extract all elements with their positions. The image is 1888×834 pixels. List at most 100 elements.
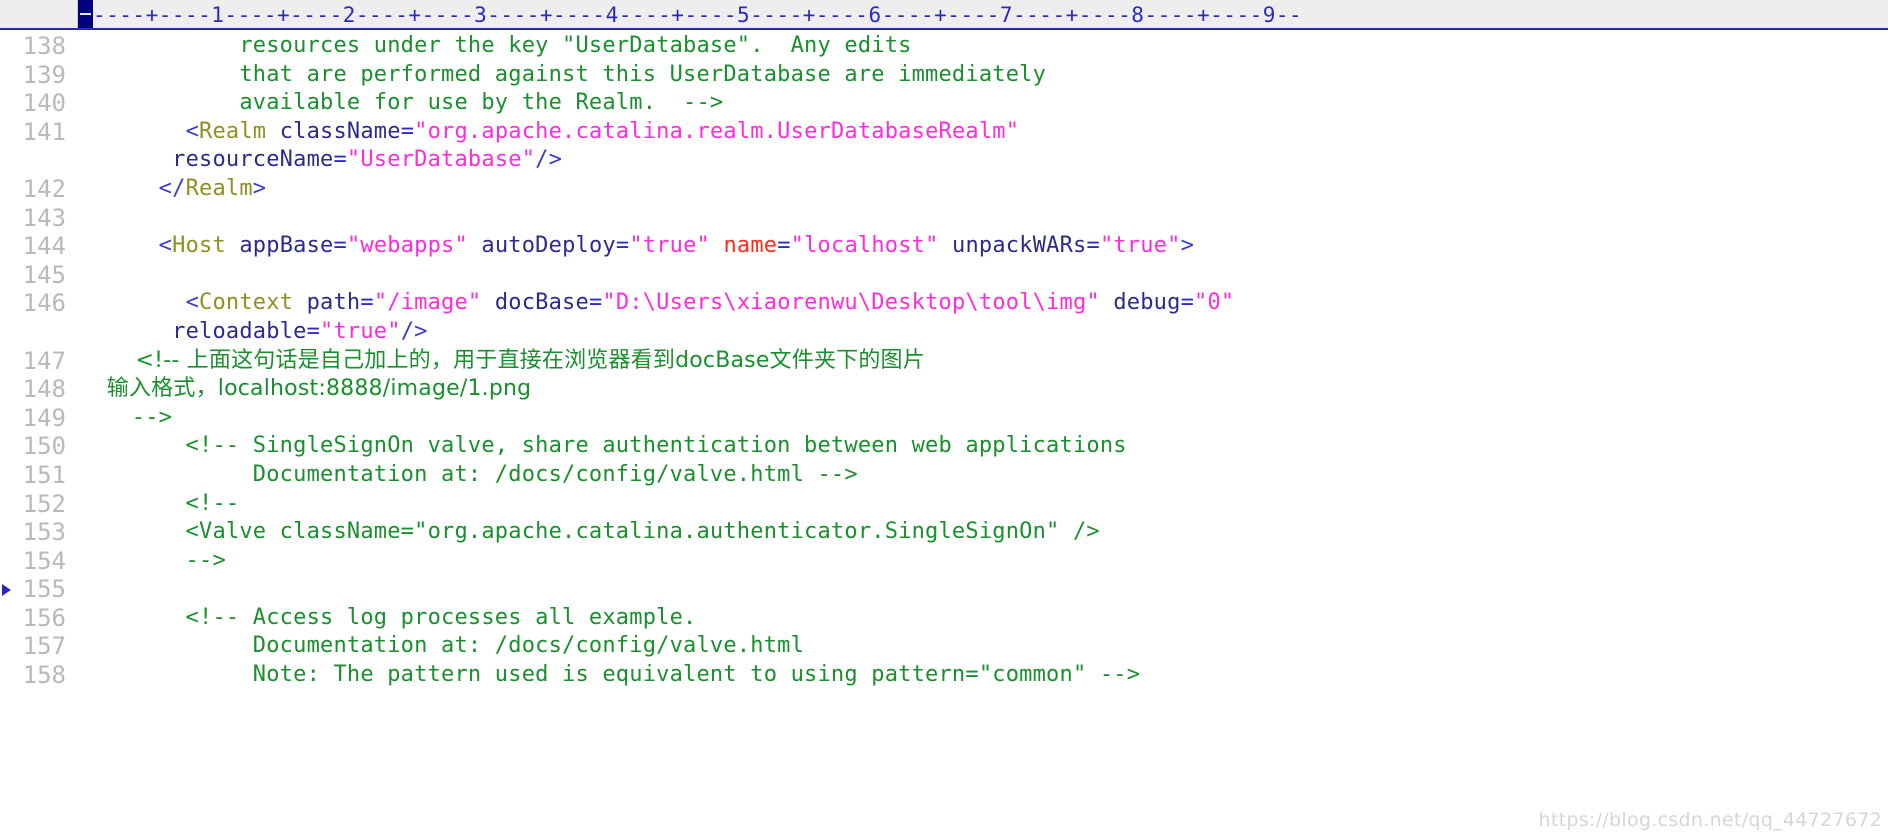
line-number[interactable]: 152	[0, 490, 78, 519]
code-token: "UserDatabase"	[346, 147, 536, 173]
code-line[interactable]: resourceName="UserDatabase"/>	[78, 146, 1888, 175]
line-number[interactable]: 139	[0, 61, 78, 90]
line-number[interactable]: 149	[0, 404, 78, 433]
code-token: Documentation at: /docs/config/valve.htm…	[78, 461, 858, 487]
line-number[interactable]: 142	[0, 175, 78, 204]
code-token: reloadable	[172, 318, 307, 344]
line-number-label: 147	[22, 346, 66, 375]
code-line[interactable]: that are performed against this UserData…	[78, 61, 1888, 90]
code-area[interactable]: 138 139 140 141 142 143 144 145 146 147 148 149 150 1…	[0, 30, 1888, 834]
line-number-label: 138	[22, 32, 66, 60]
line-number[interactable]: 155	[0, 575, 78, 604]
code-line[interactable]: -->	[78, 547, 1888, 576]
code-editor: ----+----1----+----2----+----3----+----4…	[0, 0, 1888, 834]
line-number[interactable]: 153	[0, 518, 78, 547]
line-number[interactable]: 150	[0, 432, 78, 461]
code-line[interactable]: </Realm>	[78, 175, 1888, 204]
code-token: =	[333, 233, 347, 259]
code-line[interactable]: <!--	[78, 490, 1888, 519]
line-number[interactable]: 143	[0, 204, 78, 233]
code-line[interactable]: available for use by the Realm. -->	[78, 89, 1888, 118]
line-number-label: 146	[22, 289, 66, 318]
current-line-arrow-icon	[2, 584, 11, 597]
line-number-label: 148	[22, 375, 66, 404]
line-number[interactable]: 141	[0, 118, 78, 147]
line-number[interactable]: 140	[0, 89, 78, 118]
code-token: <	[185, 118, 200, 144]
line-number[interactable]: 144	[0, 232, 78, 261]
line-number[interactable]: 145	[0, 261, 78, 290]
line-number-gutter[interactable]: 138 139 140 141 142 143 144 145 146 147 148 149 150 1…	[0, 30, 78, 834]
code-token: Realm	[199, 118, 280, 144]
code-line[interactable]: Documentation at: /docs/config/valve.htm…	[78, 632, 1888, 661]
line-number-blank[interactable]	[0, 146, 78, 175]
code-line[interactable]: <Valve className="org.apache.catalina.au…	[78, 518, 1888, 547]
line-number-label: 152	[22, 489, 66, 518]
code-lines[interactable]: resources under the key "UserDatabase". …	[78, 30, 1888, 834]
line-number[interactable]: 156	[0, 604, 78, 633]
code-token: "localhost"	[790, 233, 939, 259]
line-number-label: 141	[22, 117, 66, 146]
code-token: available for use by the Realm. -->	[78, 90, 724, 116]
code-token: autoDeploy	[481, 233, 616, 259]
line-number-label: 140	[22, 89, 66, 118]
code-token: name	[723, 233, 778, 259]
code-line[interactable]: <Realm className="org.apache.catalina.re…	[78, 118, 1888, 147]
line-number[interactable]: 146	[0, 289, 78, 318]
code-token: </	[158, 175, 186, 201]
ruler-scale-text: ----+----1----+----2----+----3----+----4…	[93, 3, 1303, 27]
code-line[interactable]: <!-- SingleSignOn valve, share authentic…	[78, 432, 1888, 461]
line-number[interactable]: 148	[0, 375, 78, 404]
code-token: =	[777, 233, 791, 259]
code-token: Note: The pattern used is equivalent to …	[78, 662, 1141, 688]
code-line[interactable]: Note: The pattern used is equivalent to …	[78, 661, 1888, 690]
code-line[interactable]	[78, 261, 1888, 290]
code-token: "0"	[1194, 290, 1235, 316]
code-token: resources under the key "UserDatabase". …	[78, 33, 912, 58]
code-line[interactable]: reloadable="true"/>	[78, 318, 1888, 347]
code-line[interactable]	[78, 575, 1888, 604]
line-number-label: 156	[22, 603, 66, 632]
code-token: <Valve className="org.apache.catalina.au…	[78, 519, 1100, 545]
code-token: <!-- Access log processes all example.	[78, 604, 697, 630]
line-number[interactable]: 157	[0, 632, 78, 661]
code-line[interactable]: <!-- 上面这句话是自己加上的，用于直接在浏览器看到docBase文件夹下的图…	[78, 347, 1888, 376]
code-token: Realm	[185, 175, 253, 201]
line-number[interactable]: 154	[0, 547, 78, 576]
code-line[interactable]: Documentation at: /docs/config/valve.htm…	[78, 461, 1888, 490]
code-token: 输入格式，localhost:8888/image/1.png	[78, 376, 532, 402]
code-token: =	[1086, 233, 1100, 259]
column-ruler: ----+----1----+----2----+----3----+----4…	[0, 0, 1888, 30]
line-number[interactable]: 158	[0, 661, 78, 690]
code-token: />	[535, 147, 563, 173]
code-line[interactable]: resources under the key "UserDatabase". …	[78, 32, 1888, 61]
code-line[interactable]: -->	[78, 404, 1888, 433]
code-token: =	[1180, 290, 1195, 316]
code-token: <	[158, 233, 173, 259]
code-token: Documentation at: /docs/config/valve.htm…	[78, 633, 805, 659]
code-line[interactable]: <!-- Access log processes all example.	[78, 604, 1888, 633]
line-number-label: 150	[22, 432, 66, 461]
line-number[interactable]: 147	[0, 347, 78, 376]
line-number[interactable]: 151	[0, 461, 78, 490]
code-token: =	[588, 290, 603, 316]
line-number-blank[interactable]	[0, 318, 78, 347]
line-number[interactable]: 138	[0, 32, 78, 61]
line-number-label: 151	[22, 460, 66, 489]
code-token: -->	[78, 404, 173, 430]
line-number-label: 143	[22, 203, 66, 232]
ruler-cursor-marker	[78, 0, 93, 28]
code-token: Host	[172, 233, 240, 259]
code-line[interactable]: 输入格式，localhost:8888/image/1.png	[78, 375, 1888, 404]
code-token: "true"	[1099, 233, 1181, 259]
code-line[interactable]: <Host appBase="webapps" autoDeploy="true…	[78, 232, 1888, 261]
code-line[interactable]	[78, 204, 1888, 233]
code-line[interactable]: <Context path="/image" docBase="D:\Users…	[78, 289, 1888, 318]
code-token: resourceName	[172, 147, 334, 173]
code-token: "true"	[320, 318, 401, 344]
